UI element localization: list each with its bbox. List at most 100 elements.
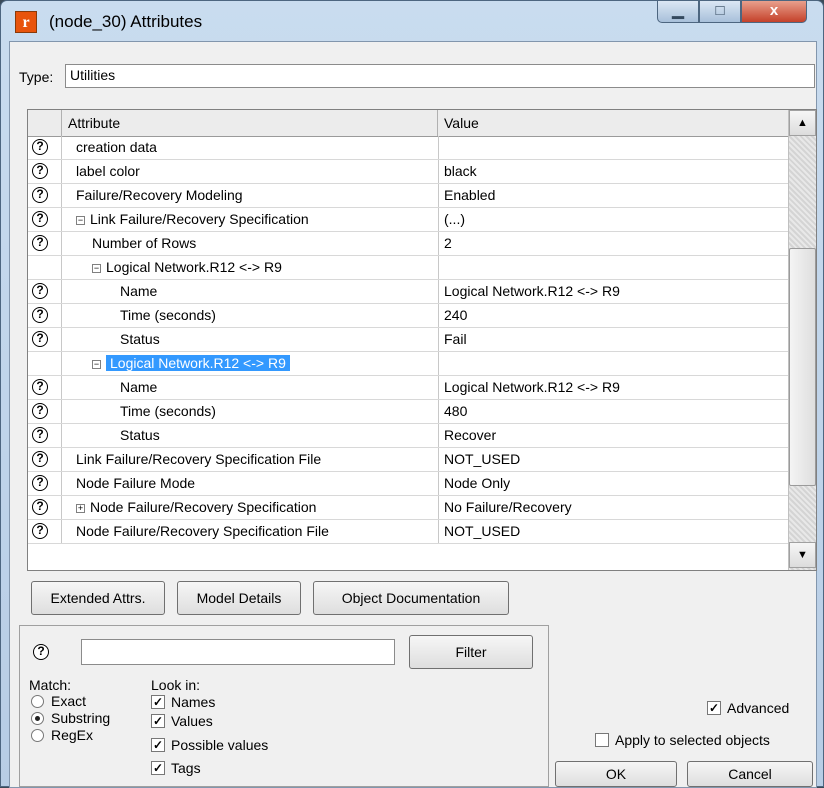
model-details-button[interactable]: Model Details [177,581,301,615]
table-row[interactable]: ? Failure/Recovery Modeling Enabled [28,184,788,208]
table-row[interactable]: ? Status Fail [28,328,788,352]
collapse-icon[interactable]: − [76,216,85,225]
help-icon[interactable]: ? [32,163,48,179]
attribute-value[interactable]: Logical Network.R12 <-> R9 [438,280,788,303]
table-row[interactable]: ? − Link Failure/Recovery Specification (..… [28,208,788,232]
attribute-value[interactable] [438,256,788,279]
extended-attrs-button[interactable]: Extended Attrs. [31,581,165,615]
attribute-value[interactable]: NOT_USED [438,448,788,471]
attribute-name[interactable]: Link Failure/Recovery Specification File [76,451,321,467]
attribute-name[interactable]: Status [120,331,160,347]
maximize-button[interactable]: □ [699,1,741,23]
table-row[interactable]: ? + Node Failure/Recovery Specification No … [28,496,788,520]
attribute-name[interactable]: Node Failure Mode [76,475,195,491]
help-icon[interactable]: ? [32,403,48,419]
apply-to-selected-checkbox[interactable] [595,733,609,747]
attribute-name[interactable]: Status [120,427,160,443]
help-icon[interactable]: ? [32,499,48,515]
table-row[interactable]: ? creation data [28,136,788,160]
attribute-value[interactable] [438,136,788,159]
cancel-button[interactable]: Cancel [687,761,813,787]
help-icon[interactable]: ? [32,523,48,539]
attribute-value[interactable]: (...) [438,208,788,231]
attribute-value[interactable]: Node Only [438,472,788,495]
advanced-checkbox[interactable]: ✓ [707,701,721,715]
table-row[interactable]: ? Time (seconds) 240 [28,304,788,328]
table-row[interactable]: ? Status Recover [28,424,788,448]
vertical-scrollbar[interactable]: ▲ ▼ [788,110,816,570]
attribute-name[interactable]: Name [120,283,157,299]
help-icon[interactable]: ? [33,644,49,660]
help-icon[interactable]: ? [32,283,48,299]
attribute-name[interactable]: Time (seconds) [120,307,216,323]
attribute-value[interactable]: 480 [438,400,788,423]
title-bar[interactable]: r (node_30) Attributes ▁ □ x [1,1,823,41]
table-row[interactable]: ? Name Logical Network.R12 <-> R9 [28,376,788,400]
table-row[interactable]: ? Number of Rows 2 [28,232,788,256]
scroll-thumb[interactable] [789,248,816,486]
attribute-name[interactable]: Node Failure/Recovery Specification File [76,523,329,539]
help-icon[interactable]: ? [32,307,48,323]
scroll-up-button[interactable]: ▲ [789,110,816,136]
table-row[interactable]: ? Link Failure/Recovery Specification Fil… [28,448,788,472]
filter-search-input[interactable] [81,639,395,665]
attribute-name[interactable]: Name [120,379,157,395]
attribute-value[interactable]: black [438,160,788,183]
collapse-icon[interactable]: − [92,360,101,369]
header-value[interactable]: Value [438,110,788,136]
filter-button[interactable]: Filter [409,635,533,669]
type-field[interactable]: Utilities [65,64,815,88]
match-regex-radio[interactable] [31,729,44,742]
help-icon[interactable]: ? [32,235,48,251]
help-icon[interactable]: ? [32,475,48,491]
table-row[interactable]: − Logical Network.R12 <-> R9 [28,352,788,376]
scroll-down-button[interactable]: ▼ [789,542,816,568]
attribute-name[interactable]: Number of Rows [92,235,196,251]
lookin-names-checkbox[interactable]: ✓ [151,695,165,709]
attribute-value[interactable] [438,352,788,375]
table-row[interactable]: ? Time (seconds) 480 [28,400,788,424]
object-documentation-button[interactable]: Object Documentation [313,581,509,615]
attribute-name[interactable]: Time (seconds) [120,403,216,419]
minimize-button[interactable]: ▁ [657,1,699,23]
attribute-value[interactable]: No Failure/Recovery [438,496,788,519]
lookin-tags-label: Tags [171,760,201,776]
header-attribute[interactable]: Attribute [62,110,438,136]
collapse-icon[interactable]: − [92,264,101,273]
attribute-name[interactable]: Logical Network.R12 <-> R9 [106,259,282,275]
help-icon[interactable]: ? [32,211,48,227]
attribute-name[interactable]: Logical Network.R12 <-> R9 [106,355,290,371]
close-button[interactable]: x [741,1,807,23]
table-row[interactable]: ? Node Failure Mode Node Only [28,472,788,496]
help-icon[interactable]: ? [32,451,48,467]
table-row[interactable]: − Logical Network.R12 <-> R9 [28,256,788,280]
attribute-value[interactable]: Enabled [438,184,788,207]
help-icon[interactable]: ? [32,139,48,155]
attribute-value[interactable]: Recover [438,424,788,447]
help-icon[interactable]: ? [32,331,48,347]
lookin-possible-values-checkbox[interactable]: ✓ [151,738,165,752]
ok-button[interactable]: OK [555,761,677,787]
lookin-tags-checkbox[interactable]: ✓ [151,761,165,775]
attribute-name[interactable]: label color [76,163,140,179]
lookin-values-checkbox[interactable]: ✓ [151,714,165,728]
attribute-cell: − Logical Network.R12 <-> R9 [92,256,282,279]
attribute-value[interactable]: 240 [438,304,788,327]
help-icon[interactable]: ? [32,187,48,203]
attribute-value[interactable]: Fail [438,328,788,351]
attribute-name[interactable]: Node Failure/Recovery Specification [90,499,316,515]
attribute-name[interactable]: Failure/Recovery Modeling [76,187,243,203]
match-exact-radio[interactable] [31,695,44,708]
table-row[interactable]: ? Name Logical Network.R12 <-> R9 [28,280,788,304]
match-substring-radio[interactable] [31,712,44,725]
table-row[interactable]: ? Node Failure/Recovery Specification Fil… [28,520,788,544]
help-icon[interactable]: ? [32,379,48,395]
help-icon[interactable]: ? [32,427,48,443]
expand-icon[interactable]: + [76,504,85,513]
table-row[interactable]: ? label color black [28,160,788,184]
attribute-value[interactable]: 2 [438,232,788,255]
attribute-name[interactable]: creation data [76,139,157,155]
attribute-value[interactable]: Logical Network.R12 <-> R9 [438,376,788,399]
attribute-name[interactable]: Link Failure/Recovery Specification [90,211,309,227]
attribute-value[interactable]: NOT_USED [438,520,788,543]
